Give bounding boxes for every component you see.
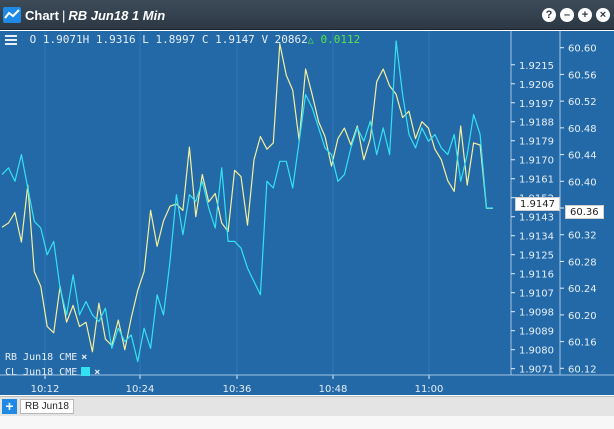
cl-tick-label: 60.24 xyxy=(568,284,597,295)
rb-tick-label: 1.9089 xyxy=(519,327,554,338)
x-tick-label: 10:24 xyxy=(126,384,155,395)
rb-tick-label: 1.9179 xyxy=(519,137,554,148)
footer-strip xyxy=(0,416,614,429)
change-value: △ 0.0112 xyxy=(308,33,360,46)
title-separator: | xyxy=(61,8,66,23)
cl-tick-label: 60.20 xyxy=(568,311,597,322)
rb-tick-label: 1.9170 xyxy=(519,156,554,167)
series-line-rb xyxy=(1,43,493,353)
legend-label-rb: RB Jun18 CME xyxy=(5,352,78,363)
rb-tick-label: 1.9143 xyxy=(519,213,554,224)
rb-tick-label: 1.9107 xyxy=(519,289,554,300)
cl-tick-label: 60.56 xyxy=(568,70,597,81)
x-tick-label: 11:00 xyxy=(415,384,444,395)
menu-icon[interactable] xyxy=(5,33,17,47)
x-tick-label: 10:12 xyxy=(31,384,60,395)
chart-area[interactable]: 10:12 10:24 10:36 10:48 11:00 1.9215 1.9206 1.9… xyxy=(0,31,614,395)
cl-tick-label: 60.16 xyxy=(568,338,597,349)
tab-bar: + RB Jun18 xyxy=(0,396,614,416)
rb-tick-label: 1.9080 xyxy=(519,346,554,357)
ohlc-open: O 1.9071 xyxy=(29,33,83,46)
cl-tick-label: 60.48 xyxy=(568,124,597,135)
rb-tick-label: 1.9134 xyxy=(519,232,554,243)
close-button[interactable]: × xyxy=(596,8,610,22)
cl-tick-label: 60.12 xyxy=(568,364,597,375)
price-chart[interactable]: 10:12 10:24 10:36 10:48 11:00 1.9215 1.9206 1.9… xyxy=(0,31,614,395)
ohlc-readout: O 1.9071H 1.9316 L 1.8997 C 1.9147 V 208… xyxy=(5,33,360,47)
rb-tick-label: 1.9197 xyxy=(519,99,554,110)
remove-series-cl-icon[interactable]: × xyxy=(94,367,100,378)
change-up-icon: △ xyxy=(307,35,314,46)
rb-tick-label: 1.9125 xyxy=(519,251,554,262)
legend-item-cl: CL Jun18 CME × xyxy=(5,367,100,378)
x-tick-label: 10:48 xyxy=(319,384,348,395)
remove-series-rb-icon[interactable]: × xyxy=(81,352,87,363)
help-button[interactable]: ? xyxy=(542,8,556,22)
symbol-title: RB Jun18 1 Min xyxy=(68,8,166,23)
window-title: Chart | RB Jun18 1 Min xyxy=(25,8,165,23)
rb-tick-label: 1.9188 xyxy=(519,118,554,129)
cl-tick-label: 60.52 xyxy=(568,97,597,108)
cl-tick-label: 60.32 xyxy=(568,231,597,242)
minimize-button[interactable]: – xyxy=(560,8,574,22)
add-tab-button[interactable]: + xyxy=(2,399,17,414)
rb-tick-label: 1.9206 xyxy=(519,80,554,91)
ohlc-low: L 1.8997 xyxy=(142,33,196,46)
ohlc-high: H 1.9316 xyxy=(82,33,136,46)
title-bar: Chart | RB Jun18 1 Min ? – + × xyxy=(0,0,614,30)
rb-tick-label: 1.9161 xyxy=(519,175,554,186)
rb-tick-label: 1.9098 xyxy=(519,308,554,319)
change-text: 0.0112 xyxy=(320,33,361,46)
ohlc-volume: V 20862 xyxy=(261,33,308,46)
rb-tick-label: 1.9071 xyxy=(519,365,554,376)
tab-rb-jun18[interactable]: RB Jun18 xyxy=(20,399,74,414)
ohlc-close: C 1.9147 xyxy=(201,33,255,46)
cl-tick-label: 60.28 xyxy=(568,257,597,268)
legend-label-cl: CL Jun18 CME xyxy=(5,367,78,378)
legend-swatch-cl xyxy=(81,367,91,376)
rb-tick-label: 1.9116 xyxy=(519,270,554,281)
legend-item-rb: RB Jun18 CME × xyxy=(5,352,87,363)
last-price-tag-cl: 60.36 xyxy=(565,205,604,219)
app-label: Chart xyxy=(25,8,59,23)
rb-tick-label: 1.9215 xyxy=(519,61,554,72)
cl-tick-label: 60.44 xyxy=(568,151,597,162)
maximize-button[interactable]: + xyxy=(578,8,592,22)
chart-app-icon xyxy=(3,7,21,23)
last-price-tag-rb: 1.9147 xyxy=(515,197,560,211)
cl-tick-label: 60.40 xyxy=(568,177,597,188)
cl-tick-label: 60.60 xyxy=(568,44,597,55)
x-tick-label: 10:36 xyxy=(223,384,252,395)
